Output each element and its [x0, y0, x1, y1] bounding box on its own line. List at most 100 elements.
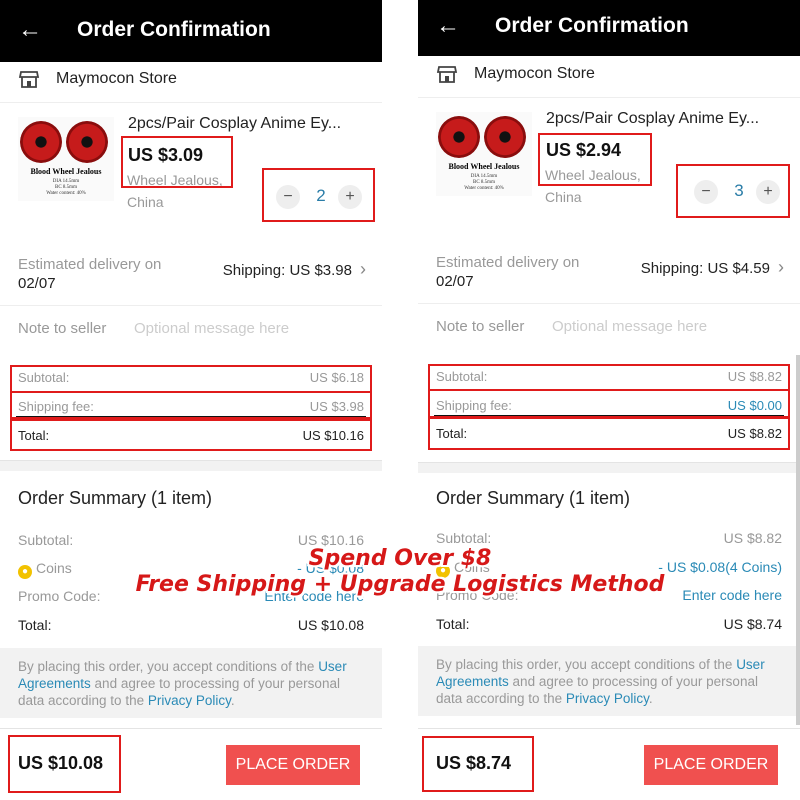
app-header: ← Order Confirmation [0, 0, 382, 62]
chevron-right-icon: › [778, 257, 784, 277]
lens-image [20, 121, 62, 163]
thumb-brand-text: Blood Wheel Jealous [448, 162, 520, 171]
terms-text: By placing this order, you accept condit… [18, 659, 319, 674]
delivery-label: Estimated delivery on [436, 254, 580, 271]
footer-total: US $10.08 [18, 753, 104, 773]
product-item: Blood Wheel Jealous DIA 14.5mm BC 8.5mm … [418, 98, 800, 228]
total-label: Total: [18, 428, 50, 443]
screen-gap [382, 0, 418, 800]
decrease-quantity-button[interactable]: − [276, 185, 300, 209]
total-row: Total: US $10.16 [0, 424, 382, 448]
left-screenshot: ← Order Confirmation Maymocon Store Bloo… [0, 0, 382, 800]
delivery-row[interactable]: Estimated delivery on 02/07 Shipping: US… [0, 250, 382, 306]
checkout-footer: US $10.08 PLACE ORDER [0, 728, 382, 800]
shipping-fee-label: Shipping fee: [18, 399, 94, 414]
product-thumbnail[interactable]: Blood Wheel Jealous DIA 14.5mm BC 8.5mm … [18, 117, 114, 201]
thumb-specs-text: DIA 14.5mm BC 8.5mm Water content: 40% [464, 174, 504, 191]
overlay-line-2: Free Shipping + Upgrade Logistics Method [135, 572, 665, 597]
store-name: Maymocon Store [56, 70, 177, 87]
subtotal-row: Subtotal: US $8.82 [418, 365, 800, 389]
note-input[interactable]: Optional message here [552, 318, 707, 335]
order-summary-title: Order Summary (1 item) [436, 488, 631, 508]
privacy-policy-link[interactable]: Privacy Policy [148, 693, 231, 708]
summary-total-label: Total: [18, 617, 52, 633]
page-title: Order Confirmation [495, 14, 689, 37]
thumb-brand-text: Blood Wheel Jealous [30, 167, 102, 176]
right-screenshot: ← Order Confirmation Maymocon Store Bloo… [418, 0, 800, 800]
shipping-fee-value: US $3.98 [309, 399, 364, 414]
shipping-fee-value: US $0.00 [727, 398, 782, 413]
product-title: 2pcs/Pair Cosplay Anime Ey... [546, 110, 760, 127]
subtotal-label: Subtotal: [436, 369, 488, 384]
note-to-seller: Note to seller Optional message here [418, 310, 800, 344]
increase-quantity-button[interactable]: + [756, 180, 780, 204]
delivery-row[interactable]: Estimated delivery on 02/07 Shipping: US… [418, 248, 800, 304]
terms-text: By placing this order, you accept condit… [436, 657, 737, 672]
decrease-quantity-button[interactable]: − [694, 180, 718, 204]
thumb-specs-text: DIA 14.5mm BC 8.5mm Water content: 40% [46, 179, 86, 196]
terms-text: . [230, 693, 235, 708]
section-divider [418, 462, 800, 473]
section-divider [0, 460, 382, 471]
product-price: US $3.09 [128, 145, 204, 165]
total-row: Total: US $8.82 [418, 422, 800, 446]
app-header: ← Order Confirmation [418, 0, 800, 56]
product-variant: Wheel Jealous, China [545, 167, 641, 205]
underline-mark [16, 416, 366, 418]
place-order-button[interactable]: PLACE ORDER [644, 745, 778, 785]
summary-total-row: Total: US $10.08 [0, 615, 382, 637]
order-summary-title: Order Summary (1 item) [18, 488, 213, 508]
store-row[interactable]: Maymocon Store [418, 57, 800, 98]
quantity-value[interactable]: 2 [306, 186, 336, 206]
lens-image [484, 116, 526, 158]
underline-mark [434, 415, 784, 417]
overlay-line-1: Spend Over $8 [308, 546, 492, 571]
store-icon [18, 71, 40, 88]
total-value: US $8.82 [727, 426, 782, 441]
store-icon [436, 66, 458, 83]
shipping-method: Shipping: US $4.59 [640, 260, 770, 277]
note-to-seller: Note to seller Optional message here [0, 312, 382, 346]
privacy-policy-link[interactable]: Privacy Policy [566, 691, 649, 706]
note-label: Note to seller [18, 320, 107, 337]
subtotal-row: Subtotal: US $6.18 [0, 366, 382, 390]
quantity-stepper: − 2 + [276, 181, 366, 213]
total-value: US $10.16 [302, 428, 364, 443]
scrollbar[interactable] [796, 355, 800, 725]
subtotal-value: US $6.18 [309, 370, 364, 385]
store-row[interactable]: Maymocon Store [0, 62, 382, 103]
summary-total-value: US $8.74 [723, 616, 782, 632]
lens-image [66, 121, 108, 163]
delivery-date: 02/07 [18, 275, 56, 292]
store-name: Maymocon Store [474, 65, 595, 82]
summary-subtotal-label: Subtotal: [436, 530, 492, 546]
subtotal-label: Subtotal: [18, 370, 70, 385]
arrow-left-icon[interactable]: ← [436, 12, 460, 40]
terms-text: . [648, 691, 653, 706]
product-price: US $2.94 [546, 140, 622, 160]
footer-total: US $8.74 [436, 753, 512, 773]
increase-quantity-button[interactable]: + [338, 185, 362, 209]
note-label: Note to seller [436, 318, 525, 335]
summary-total-row: Total: US $8.74 [418, 614, 800, 636]
quantity-value[interactable]: 3 [724, 181, 754, 201]
terms-notice: By placing this order, you accept condit… [0, 648, 382, 718]
subtotal-value: US $8.82 [727, 369, 782, 384]
delivery-label: Estimated delivery on [18, 256, 162, 273]
quantity-stepper: − 3 + [694, 176, 784, 208]
delivery-date: 02/07 [436, 273, 474, 290]
summary-subtotal-value: US $8.82 [723, 530, 782, 546]
note-input[interactable]: Optional message here [134, 320, 289, 337]
lens-image [438, 116, 480, 158]
total-label: Total: [436, 426, 468, 441]
page-title: Order Confirmation [77, 18, 271, 41]
terms-notice: By placing this order, you accept condit… [418, 646, 800, 716]
product-title: 2pcs/Pair Cosplay Anime Ey... [128, 115, 342, 132]
product-variant: Wheel Jealous, China [127, 172, 223, 210]
shipping-method: Shipping: US $3.98 [222, 262, 352, 279]
arrow-left-icon[interactable]: ← [18, 16, 42, 44]
product-thumbnail[interactable]: Blood Wheel Jealous DIA 14.5mm BC 8.5mm … [436, 112, 532, 196]
promo-overlay-caption: Spend Over $8 Free Shipping + Upgrade Lo… [0, 546, 800, 598]
place-order-button[interactable]: PLACE ORDER [226, 745, 360, 785]
chevron-right-icon: › [360, 259, 366, 279]
